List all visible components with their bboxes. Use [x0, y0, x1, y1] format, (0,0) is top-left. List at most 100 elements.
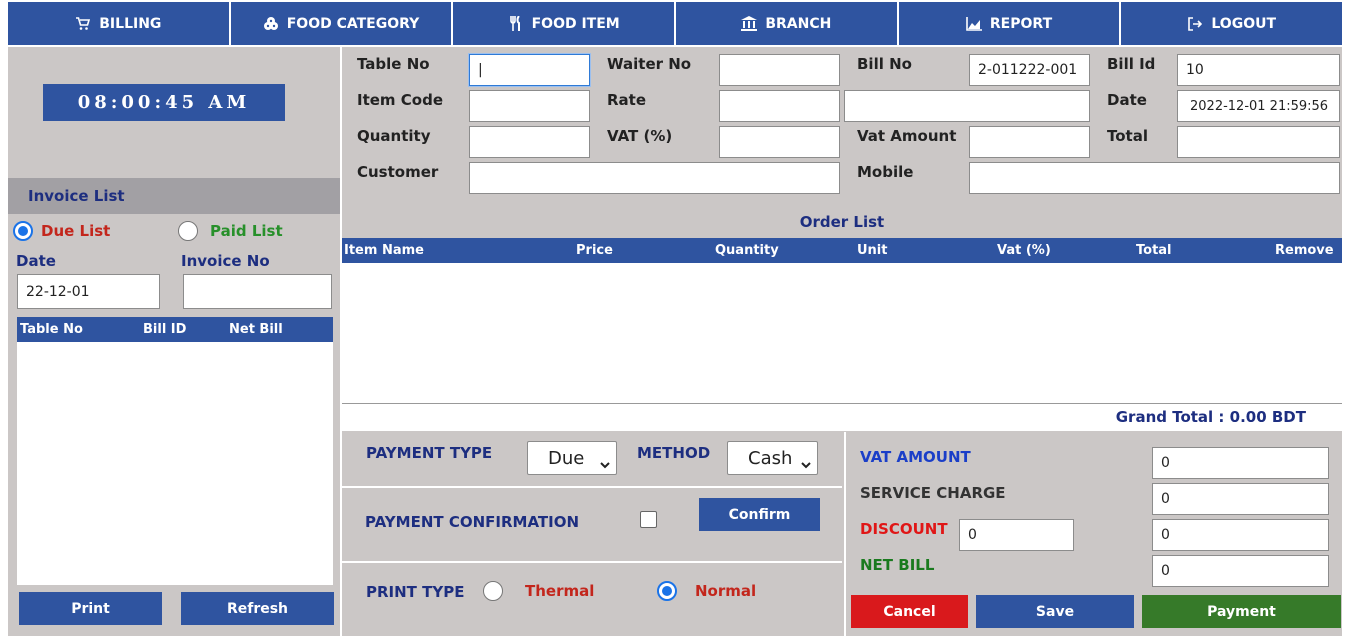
thermal-radio[interactable]	[483, 581, 503, 601]
rate-input[interactable]	[719, 90, 840, 122]
print-type-section: PRINT TYPE Thermal Normal	[342, 565, 842, 636]
order-table-header: Item Name Price Quantity Unit Vat (%) To…	[342, 238, 1342, 263]
total-label: Total	[1107, 127, 1148, 145]
bill-id-input[interactable]: 10	[1177, 54, 1340, 86]
customer-label: Customer	[357, 163, 439, 181]
discount-input[interactable]: 0	[1152, 519, 1329, 551]
normal-radio[interactable]	[657, 581, 677, 601]
service-charge-label: SERVICE CHARGE	[860, 484, 1006, 502]
payment-confirmation-section: PAYMENT CONFIRMATION Confirm	[342, 489, 842, 563]
net-bill-label: NET BILL	[860, 556, 935, 574]
nav-food-category[interactable]: FOOD CATEGORY	[230, 2, 452, 45]
confirm-button[interactable]: Confirm	[699, 498, 820, 531]
nav-report[interactable]: REPORT	[898, 2, 1120, 45]
payment-type-section: PAYMENT TYPE Due METHOD Cash	[342, 432, 842, 488]
mobile-input[interactable]	[969, 162, 1340, 194]
order-col-vat: Vat (%)	[997, 243, 1051, 258]
payment-button[interactable]: Payment	[1142, 595, 1341, 628]
order-col-item-name: Item Name	[344, 243, 424, 258]
chevron-down-icon	[801, 453, 811, 474]
bill-no-input[interactable]: 2-011222-001	[969, 54, 1090, 86]
vat-amount-summary-input[interactable]: 0	[1152, 447, 1329, 479]
method-label: METHOD	[637, 444, 711, 462]
billing-form-panel: Table No | Waiter No Bill No 2-011222-00…	[342, 47, 1342, 636]
item-code-input[interactable]	[469, 90, 590, 122]
utensils-icon	[508, 16, 524, 32]
table-no-input[interactable]: |	[469, 54, 590, 86]
order-col-total: Total	[1136, 243, 1172, 258]
vat-amount-input[interactable]	[969, 126, 1090, 158]
grand-total-row: Grand Total : 0.00 BDT	[342, 403, 1342, 431]
cookie-icon	[263, 16, 279, 32]
paid-list-option[interactable]: Paid List	[178, 221, 283, 241]
due-list-option[interactable]: Due List	[13, 221, 110, 241]
vat-label: VAT (%)	[607, 127, 673, 145]
method-select[interactable]: Cash	[727, 441, 818, 475]
invoice-list-title: Invoice List	[8, 178, 340, 214]
left-panel: 08:00:45 AM Invoice List Due List Paid L…	[8, 47, 340, 636]
item-code-label: Item Code	[357, 91, 444, 109]
bill-id-label: Bill Id	[1107, 55, 1156, 73]
logout-icon	[1187, 16, 1203, 32]
chevron-down-icon	[600, 453, 610, 474]
order-col-unit: Unit	[857, 243, 888, 258]
nav-food-category-label: FOOD CATEGORY	[286, 15, 420, 32]
order-col-price: Price	[576, 243, 613, 258]
payment-confirmation-checkbox[interactable]	[640, 511, 657, 528]
paid-list-radio[interactable]	[178, 221, 198, 241]
customer-input[interactable]	[469, 162, 840, 194]
nav-logout-label: LOGOUT	[1211, 15, 1277, 32]
paid-list-label: Paid List	[210, 222, 283, 240]
mobile-label: Mobile	[857, 163, 914, 181]
nav-report-label: REPORT	[989, 15, 1053, 32]
payment-type-value: Due	[548, 447, 585, 469]
invoice-col-net-bill: Net Bill	[229, 322, 283, 337]
nav-logout[interactable]: LOGOUT	[1121, 2, 1343, 45]
normal-label: Normal	[695, 582, 757, 600]
invoice-date-label: Date	[16, 252, 56, 270]
order-list-title: Order List	[799, 213, 885, 231]
cart-icon	[75, 16, 91, 32]
nav-branch-label: BRANCH	[765, 15, 832, 32]
date-label: Date	[1107, 91, 1147, 109]
nav-billing[interactable]: BILLING	[8, 2, 229, 45]
invoice-no-input[interactable]	[183, 274, 332, 309]
grand-total: Grand Total : 0.00 BDT	[1115, 408, 1306, 426]
service-charge-input[interactable]: 0	[1152, 483, 1329, 515]
net-bill-input[interactable]: 0	[1152, 555, 1329, 587]
cancel-button[interactable]: Cancel	[851, 595, 968, 628]
payment-type-label: PAYMENT TYPE	[366, 444, 493, 462]
invoice-date-input[interactable]: 22-12-01	[17, 274, 160, 309]
due-list-label: Due List	[41, 222, 111, 240]
order-table: Item Name Price Quantity Unit Vat (%) To…	[342, 238, 1342, 403]
item-name-input[interactable]	[844, 90, 1090, 122]
print-button[interactable]: Print	[19, 592, 162, 625]
order-col-quantity: Quantity	[715, 243, 779, 258]
chart-icon	[966, 16, 982, 32]
nav-food-item-label: FOOD ITEM	[531, 15, 620, 32]
vat-amount-summary-label: VAT AMOUNT	[860, 448, 971, 466]
invoice-no-label: Invoice No	[181, 252, 270, 270]
invoice-table: Table No Bill ID Net Bill	[17, 317, 333, 585]
vat-input[interactable]	[719, 126, 840, 158]
bill-summary-section: VAT AMOUNT 0 SERVICE CHARGE 0 DISCOUNT 0…	[844, 432, 1342, 636]
due-list-radio[interactable]	[13, 221, 33, 241]
nav-food-item[interactable]: FOOD ITEM	[453, 2, 675, 45]
date-input[interactable]: 2022-12-01 21:59:56	[1177, 90, 1340, 122]
invoice-table-header: Table No Bill ID Net Bill	[17, 317, 333, 342]
save-button[interactable]: Save	[976, 595, 1134, 628]
top-nav: BILLING FOOD CATEGORY FOOD ITEM BRANCH R…	[8, 2, 1343, 45]
clock-display: 08:00:45 AM	[43, 84, 285, 121]
invoice-col-table-no: Table No	[20, 322, 83, 337]
bill-no-label: Bill No	[857, 55, 912, 73]
total-input[interactable]	[1177, 126, 1340, 158]
discount-percent-input[interactable]: 0	[959, 519, 1074, 551]
refresh-button[interactable]: Refresh	[181, 592, 334, 625]
nav-branch[interactable]: BRANCH	[676, 2, 897, 45]
nav-billing-label: BILLING	[99, 15, 162, 32]
payment-type-select[interactable]: Due	[527, 441, 617, 475]
waiter-no-input[interactable]	[719, 54, 840, 86]
quantity-input[interactable]	[469, 126, 590, 158]
invoice-col-bill-id: Bill ID	[143, 322, 187, 337]
bank-icon	[741, 16, 758, 32]
